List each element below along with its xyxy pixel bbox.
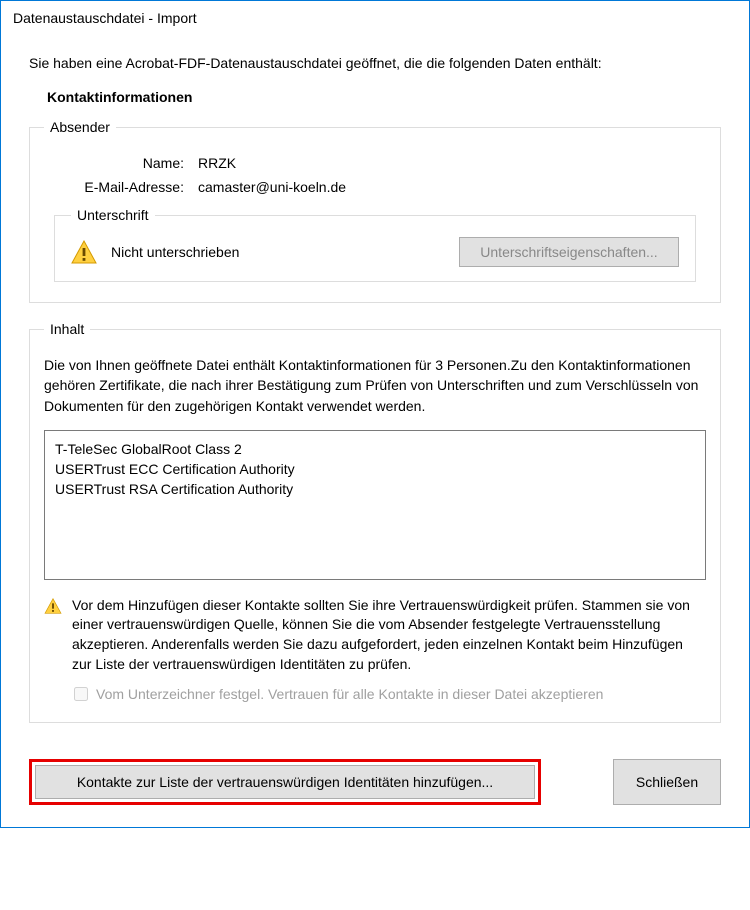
content-description: Die von Ihnen geöffnete Datei enthält Ko… [44, 355, 706, 416]
signature-status: Nicht unterschrieben [111, 244, 445, 260]
intro-text: Sie haben eine Acrobat-FDF-Datenaustausc… [29, 55, 721, 71]
dialog-window: Datenaustauschdatei - Import Sie haben e… [0, 0, 750, 828]
accept-trust-label: Vom Unterzeichner festgel. Vertrauen für… [96, 686, 603, 702]
signature-group: Unterschrift Nicht unterschrieben Unters… [54, 207, 696, 282]
dialog-footer: Kontakte zur Liste der vertrauenswürdige… [1, 759, 749, 827]
certificate-list[interactable]: T-TeleSec GlobalRoot Class 2 USERTrust E… [44, 430, 706, 580]
sender-name-row: Name: RRZK [44, 155, 706, 171]
window-title: Datenaustauschdatei - Import [1, 1, 749, 35]
sender-name-label: Name: [44, 155, 184, 171]
signature-properties-button: Unterschriftseigenschaften... [459, 237, 679, 267]
list-item[interactable]: USERTrust RSA Certification Authority [55, 479, 695, 499]
sender-legend: Absender [44, 119, 116, 135]
contactinfo-heading: Kontaktinformationen [47, 89, 721, 105]
add-contacts-button[interactable]: Kontakte zur Liste der vertrauenswürdige… [35, 765, 535, 799]
trust-warning-block: Vor dem Hinzufügen dieser Kontakte sollt… [44, 596, 706, 674]
add-contacts-highlight: Kontakte zur Liste der vertrauenswürdige… [29, 759, 541, 805]
sender-email-value: camaster@uni-koeln.de [198, 179, 706, 195]
content-group: Inhalt Die von Ihnen geöffnete Datei ent… [29, 321, 721, 723]
trust-warning-text: Vor dem Hinzufügen dieser Kontakte sollt… [72, 596, 706, 674]
signature-legend: Unterschrift [71, 207, 155, 223]
accept-trust-checkbox [74, 687, 88, 701]
sender-email-row: E-Mail-Adresse: camaster@uni-koeln.de [44, 179, 706, 195]
content-legend: Inhalt [44, 321, 90, 337]
sender-group: Absender Name: RRZK E-Mail-Adresse: cama… [29, 119, 721, 303]
warning-icon [44, 598, 62, 614]
warning-icon [71, 240, 97, 264]
sender-email-label: E-Mail-Adresse: [44, 179, 184, 195]
list-item[interactable]: T-TeleSec GlobalRoot Class 2 [55, 439, 695, 459]
signature-row: Nicht unterschrieben Unterschriftseigens… [71, 237, 679, 267]
close-button[interactable]: Schließen [613, 759, 721, 805]
dialog-body: Sie haben eine Acrobat-FDF-Datenaustausc… [1, 35, 749, 759]
list-item[interactable]: USERTrust ECC Certification Authority [55, 459, 695, 479]
sender-name-value: RRZK [198, 155, 706, 171]
accept-trust-checkbox-row: Vom Unterzeichner festgel. Vertrauen für… [74, 686, 706, 702]
